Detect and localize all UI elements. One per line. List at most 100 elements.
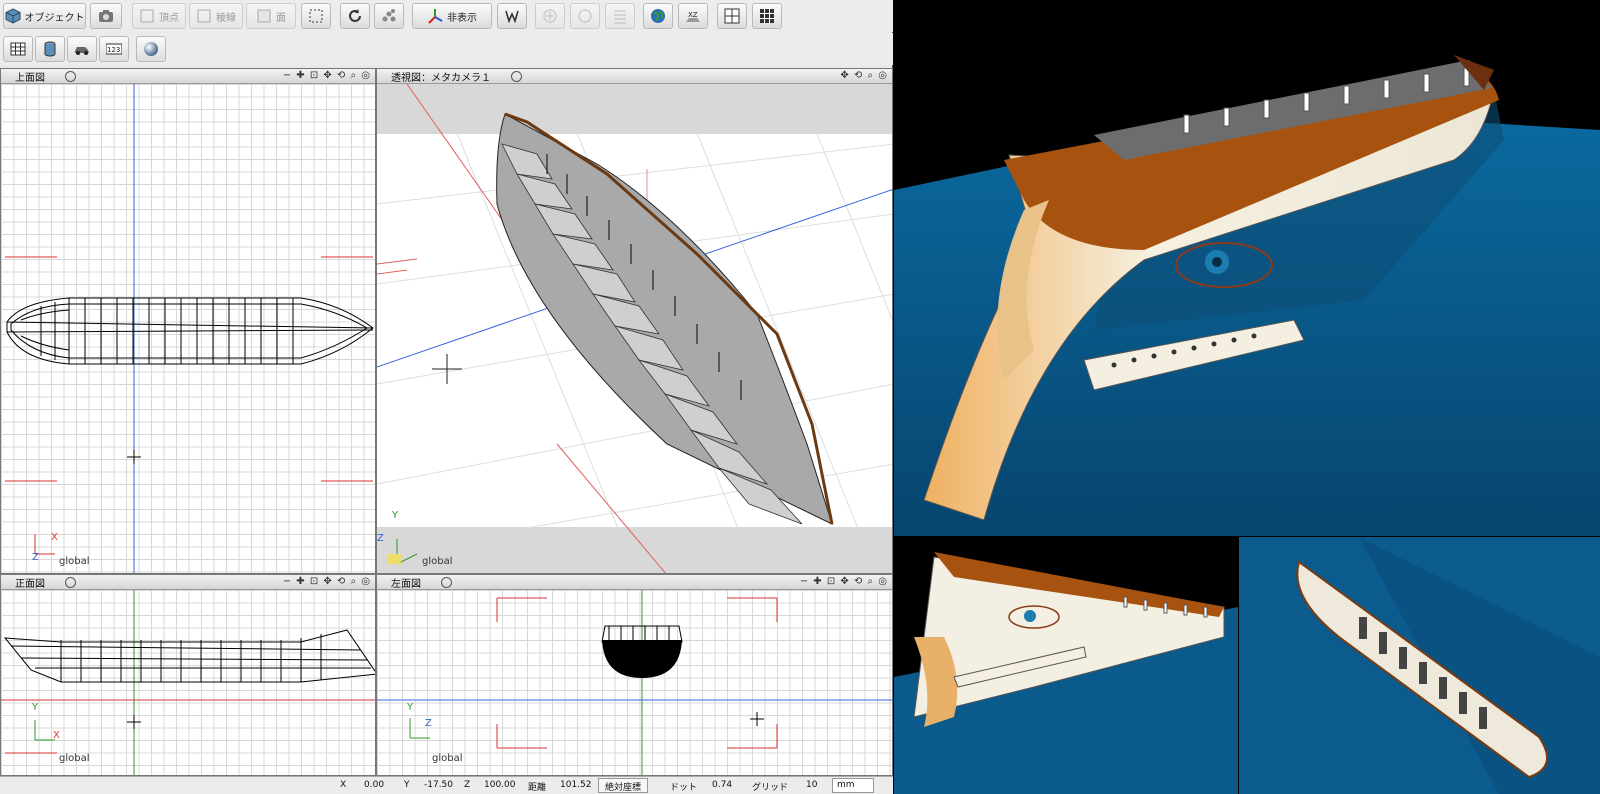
circle-button[interactable] — [570, 3, 600, 29]
edge-mode-label: 稜線 — [216, 12, 236, 24]
vertex-mode-label: 頂点 — [159, 12, 179, 24]
edge-icon — [197, 9, 211, 23]
front-view-canvas — [1, 590, 375, 775]
pane-title: 透視図：メタカメラ１ — [391, 72, 491, 84]
render-main-image — [894, 55, 1600, 536]
select-rect-button[interactable] — [301, 3, 331, 29]
table-button[interactable] — [3, 36, 33, 62]
coord-mode-button[interactable]: 絶対座標 — [598, 778, 649, 793]
perspective-pane[interactable]: 透視図：メタカメラ１ ✥ ⟲ ⌕ ◎ Y Z global — [376, 68, 893, 574]
render-overview-image — [1239, 537, 1600, 794]
unit-select[interactable]: mm — [832, 778, 874, 793]
globe-button[interactable] — [643, 3, 673, 29]
settings-icon[interactable] — [65, 576, 76, 588]
hide-axis-icon — [428, 9, 443, 24]
node-icon — [382, 9, 396, 22]
car-icon — [75, 47, 89, 55]
view-controls[interactable]: ✥ ⟲ ⌕ ◎ — [840, 70, 888, 81]
coord-system-label[interactable]: global — [59, 753, 90, 764]
face-icon — [257, 9, 271, 23]
left-view-pane[interactable]: 左面図 − ✚ ⊡ ✥ ⟲ ⌕ ◎ Y Z global — [376, 574, 893, 776]
top-view-pane[interactable]: 上面図 − ✚ ⊡ ✥ ⟲ ⌕ ◎ X Z global — [0, 68, 376, 574]
globe-icon — [651, 9, 665, 23]
rotate-button[interactable] — [340, 3, 370, 29]
modeler-window: オブジェクト 頂点 稜線 面 非表示 XZ 123 上面図 − ✚ ⊡ ✥ ⟲ … — [0, 0, 893, 794]
select-rect-icon — [309, 9, 323, 23]
distance-value: 101.52 — [560, 780, 592, 790]
view-controls[interactable]: − ✚ ⊡ ✥ ⟲ ⌕ ◎ — [283, 576, 371, 587]
view-controls[interactable]: − ✚ ⊡ ✥ ⟲ ⌕ ◎ — [800, 576, 888, 587]
render-overview — [1239, 537, 1600, 794]
numeric-button[interactable]: 123 — [99, 36, 129, 62]
dot-label: ドット — [670, 783, 698, 793]
render-bow-image — [894, 552, 1238, 794]
pane-title: 正面図 — [15, 578, 45, 590]
front-view-pane[interactable]: 正面図 − ✚ ⊡ ✥ ⟲ ⌕ ◎ Y X global — [0, 574, 376, 776]
xz-button[interactable]: XZ — [678, 3, 708, 29]
distance-label: 距離 — [528, 783, 547, 793]
axis-b-label: Z — [425, 718, 432, 729]
hide-button[interactable]: 非表示 — [412, 3, 492, 29]
pane-title: 左面図 — [391, 578, 421, 590]
object-mode-label: オブジェクト — [24, 12, 85, 24]
render-bow — [894, 537, 1238, 794]
axis-a-label: Y — [407, 702, 414, 713]
grid-value: 10 — [806, 780, 818, 790]
car-button[interactable] — [67, 36, 97, 62]
axis-b-label: X — [53, 730, 60, 741]
settings-icon[interactable] — [65, 70, 76, 82]
axis-a-label: Y — [32, 702, 39, 713]
vertex-mode-button[interactable]: 頂点 — [132, 3, 186, 29]
top-view-canvas — [5, 84, 374, 573]
view-controls[interactable]: − ✚ ⊡ ✥ ⟲ ⌕ ◎ — [283, 70, 371, 81]
axis-b-label: Z — [32, 552, 39, 563]
node-button[interactable] — [374, 3, 404, 29]
y-value: -17.50 — [424, 780, 454, 790]
list-icon — [614, 10, 626, 24]
table-icon — [10, 42, 26, 56]
sphere-button[interactable] — [136, 36, 166, 62]
hide-label: 非表示 — [447, 12, 477, 24]
axis-a-label: Y — [392, 510, 399, 521]
object-mode-button[interactable]: オブジェクト — [3, 3, 86, 29]
settings-icon[interactable] — [441, 576, 452, 588]
perspective-canvas — [377, 84, 892, 573]
edge-mode-button[interactable]: 稜線 — [189, 3, 243, 29]
camera-icon — [99, 10, 113, 22]
coord-system-label[interactable]: global — [422, 556, 453, 567]
grid-label: グリッド — [752, 783, 789, 793]
status-bar: X 0.00 Y -17.50 Z 100.00 距離 101.52 絶対座標 … — [0, 776, 893, 794]
xz-icon: XZ — [686, 11, 700, 22]
cylinder-icon — [44, 41, 56, 57]
toolbar-main: オブジェクト 頂点 稜線 面 非表示 XZ — [0, 0, 893, 32]
rotate-icon — [349, 9, 361, 22]
coord-system-label[interactable]: global — [59, 556, 90, 567]
svg-text:XZ: XZ — [688, 11, 698, 19]
add-button[interactable] — [535, 3, 565, 29]
wx-button[interactable] — [497, 3, 527, 29]
y-label: Y — [404, 780, 410, 790]
cube-icon — [5, 8, 20, 24]
left-view-canvas — [377, 590, 892, 775]
layout-4-button[interactable] — [717, 3, 747, 29]
axis-a-label: X — [51, 532, 58, 543]
add-icon — [543, 9, 557, 23]
x-value: 0.00 — [364, 780, 385, 790]
face-mode-button[interactable]: 面 — [246, 3, 296, 29]
camera-button[interactable] — [90, 3, 122, 29]
svg-text:123: 123 — [107, 46, 120, 54]
pane-titlebar: 透視図：メタカメラ１ — [377, 69, 892, 84]
vertex-icon — [140, 9, 154, 23]
cylinder-button[interactable] — [35, 36, 65, 62]
z-value: 100.00 — [484, 780, 516, 790]
circle-icon — [578, 9, 592, 23]
grid-layout-icon — [760, 9, 774, 23]
numeric-icon: 123 — [106, 43, 122, 55]
layout-4-icon — [724, 8, 740, 24]
list-button[interactable] — [605, 3, 635, 29]
coord-system-label[interactable]: global — [432, 753, 463, 764]
grid-layout-button[interactable] — [752, 3, 782, 29]
pane-title: 上面図 — [15, 72, 45, 84]
x-label: X — [340, 780, 347, 790]
settings-icon[interactable] — [511, 70, 522, 82]
